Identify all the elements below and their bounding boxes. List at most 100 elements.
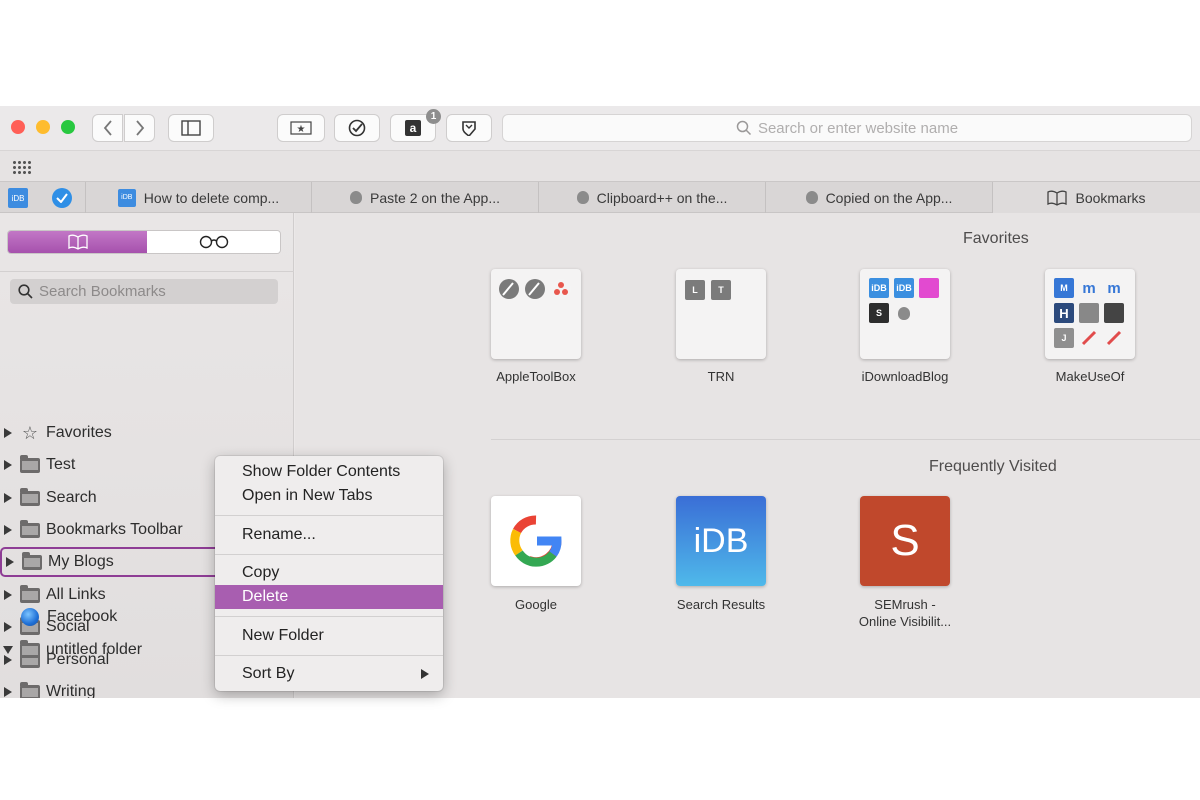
browser-window: ★ a 1 Search or enter website name iDB i… — [0, 106, 1200, 698]
bookmark-star-button[interactable]: ★ — [277, 114, 325, 142]
sidebar-toggle-button[interactable] — [168, 114, 214, 142]
back-button[interactable] — [92, 114, 123, 142]
grid-icon[interactable] — [12, 160, 32, 174]
book-icon — [67, 234, 88, 250]
menu-separator — [215, 616, 443, 617]
menu-item-copy[interactable]: Copy — [215, 561, 443, 585]
favorite-label: iDownloadBlog — [861, 369, 949, 384]
tile-letter: m — [1082, 279, 1096, 297]
zoom-window-button[interactable] — [61, 120, 75, 134]
square-app-icon — [1079, 303, 1099, 323]
tab-1[interactable]: iDB How to delete comp... — [85, 182, 311, 213]
tab-2[interactable]: Paste 2 on the App... — [311, 182, 538, 213]
favorite-label: AppleToolBox — [496, 369, 576, 384]
menu-separator — [215, 554, 443, 555]
tab-label: Bookmarks — [1075, 189, 1146, 206]
pinned-tab-idb-icon[interactable]: iDB — [8, 188, 28, 208]
tile-letter: T — [711, 280, 731, 300]
reading-list-segment[interactable] — [147, 231, 280, 253]
tab-label: Clipboard++ on the... — [596, 189, 728, 206]
idb-icon: iDB — [117, 188, 136, 207]
section-divider — [491, 439, 1200, 440]
disclosure-triangle-open-icon[interactable] — [3, 646, 13, 654]
tab-label: Paste 2 on the App... — [370, 189, 500, 206]
disclosure-triangle-icon[interactable] — [6, 557, 14, 567]
menu-separator — [215, 515, 443, 516]
extension-badge: 1 — [426, 109, 441, 124]
check-circle-icon — [348, 119, 366, 137]
favorite-tile-makeuseof[interactable]: M m m H J — [1045, 269, 1135, 359]
frequent-label-line1: SEMrush - — [874, 597, 936, 612]
chevron-left-icon — [103, 120, 112, 136]
search-bookmarks-field[interactable]: Search Bookmarks — [10, 279, 278, 304]
tile-letter: iDB — [894, 278, 914, 298]
close-window-button[interactable] — [11, 120, 25, 134]
sidebar-item-label: untitled folder — [46, 641, 143, 658]
sidebar-item-label: Search — [46, 489, 97, 506]
tab-label: How to delete comp... — [143, 189, 280, 206]
disclosure-triangle-icon[interactable] — [4, 428, 12, 438]
pink-app-icon — [919, 278, 939, 298]
tile-letter: H — [1054, 303, 1074, 323]
sidebar-segmented-control — [7, 230, 281, 254]
forward-button[interactable] — [124, 114, 155, 142]
disclosure-triangle-icon[interactable] — [4, 525, 12, 535]
menu-item-open-in-new-tabs[interactable]: Open in New Tabs — [215, 484, 443, 508]
minimize-window-button[interactable] — [36, 120, 50, 134]
sidebar-item-facebook[interactable]: Facebook — [0, 602, 215, 632]
tab-bar: iDB iDB How to delete comp... Paste 2 on… — [0, 181, 1200, 213]
submenu-arrow-icon — [421, 669, 429, 679]
menu-item-show-folder-contents[interactable]: Show Folder Contents — [215, 460, 443, 484]
search-icon — [736, 120, 751, 136]
disclosure-triangle-icon[interactable] — [4, 687, 12, 697]
menu-item-rename[interactable]: Rename... — [215, 523, 443, 547]
bookmarks-segment[interactable] — [8, 231, 147, 253]
tile-letter: M — [1054, 278, 1074, 298]
shield-icon — [462, 121, 476, 136]
tile-letter: S — [869, 303, 889, 323]
amazon-icon: a — [405, 120, 421, 136]
disclosure-triangle-icon[interactable] — [4, 590, 12, 600]
tile-letter: J — [1054, 328, 1074, 348]
tab-bookmarks[interactable]: Bookmarks — [992, 182, 1200, 213]
folder-icon — [20, 519, 40, 538]
favorite-tile-idownloadblog[interactable]: iDB iDB S — [860, 269, 950, 359]
folder-icon — [22, 551, 42, 570]
favorites-bar — [0, 150, 1200, 181]
folder-icon — [20, 487, 40, 506]
sidebar-item-untitled-folder[interactable]: untitled folder — [0, 635, 215, 665]
frequent-label: Search Results — [676, 597, 766, 612]
feather-icon — [1079, 328, 1099, 348]
tab-3[interactable]: Clipboard++ on the... — [538, 182, 765, 213]
sidebar-item-favorites[interactable]: ☆ Favorites — [0, 418, 294, 448]
checkmark-extension-button[interactable] — [334, 114, 380, 142]
tab-4[interactable]: Copied on the App... — [765, 182, 992, 213]
shield-extension-button[interactable] — [446, 114, 492, 142]
favorite-tile-trn[interactable]: L T — [676, 269, 766, 359]
search-icon — [18, 284, 33, 299]
address-bar[interactable]: Search or enter website name — [502, 114, 1192, 142]
menu-item-new-folder[interactable]: New Folder — [215, 624, 443, 648]
tab-label: Copied on the App... — [825, 189, 953, 206]
frequently-visited-heading: Frequently Visited — [929, 458, 1057, 475]
folder-icon — [20, 584, 40, 603]
frequent-tile-google[interactable] — [491, 496, 581, 586]
disclosure-triangle-icon[interactable] — [4, 493, 12, 503]
idb-logo: iDB — [693, 521, 749, 560]
apple-icon — [576, 191, 589, 204]
menu-item-label: Sort By — [242, 665, 295, 682]
disclosure-triangle-icon[interactable] — [4, 460, 12, 470]
menu-item-sort-by[interactable]: Sort By — [215, 662, 443, 686]
menu-separator — [215, 655, 443, 656]
frequent-tile-semrush[interactable]: S — [860, 496, 950, 586]
menu-item-delete[interactable]: Delete — [215, 585, 443, 609]
search-bookmarks-placeholder: Search Bookmarks — [39, 283, 166, 300]
book-icon — [1047, 190, 1068, 206]
frequent-tile-search-results[interactable]: iDB — [676, 496, 766, 586]
folder-context-menu: Show Folder Contents Open in New Tabs Re… — [215, 456, 443, 691]
toolbar: ★ a 1 Search or enter website name — [0, 106, 1200, 150]
pinned-tab-checkmark-icon[interactable] — [52, 188, 72, 208]
glasses-icon — [199, 235, 228, 249]
favorite-tile-appletoolbox[interactable] — [491, 269, 581, 359]
chevron-right-icon — [135, 120, 144, 136]
